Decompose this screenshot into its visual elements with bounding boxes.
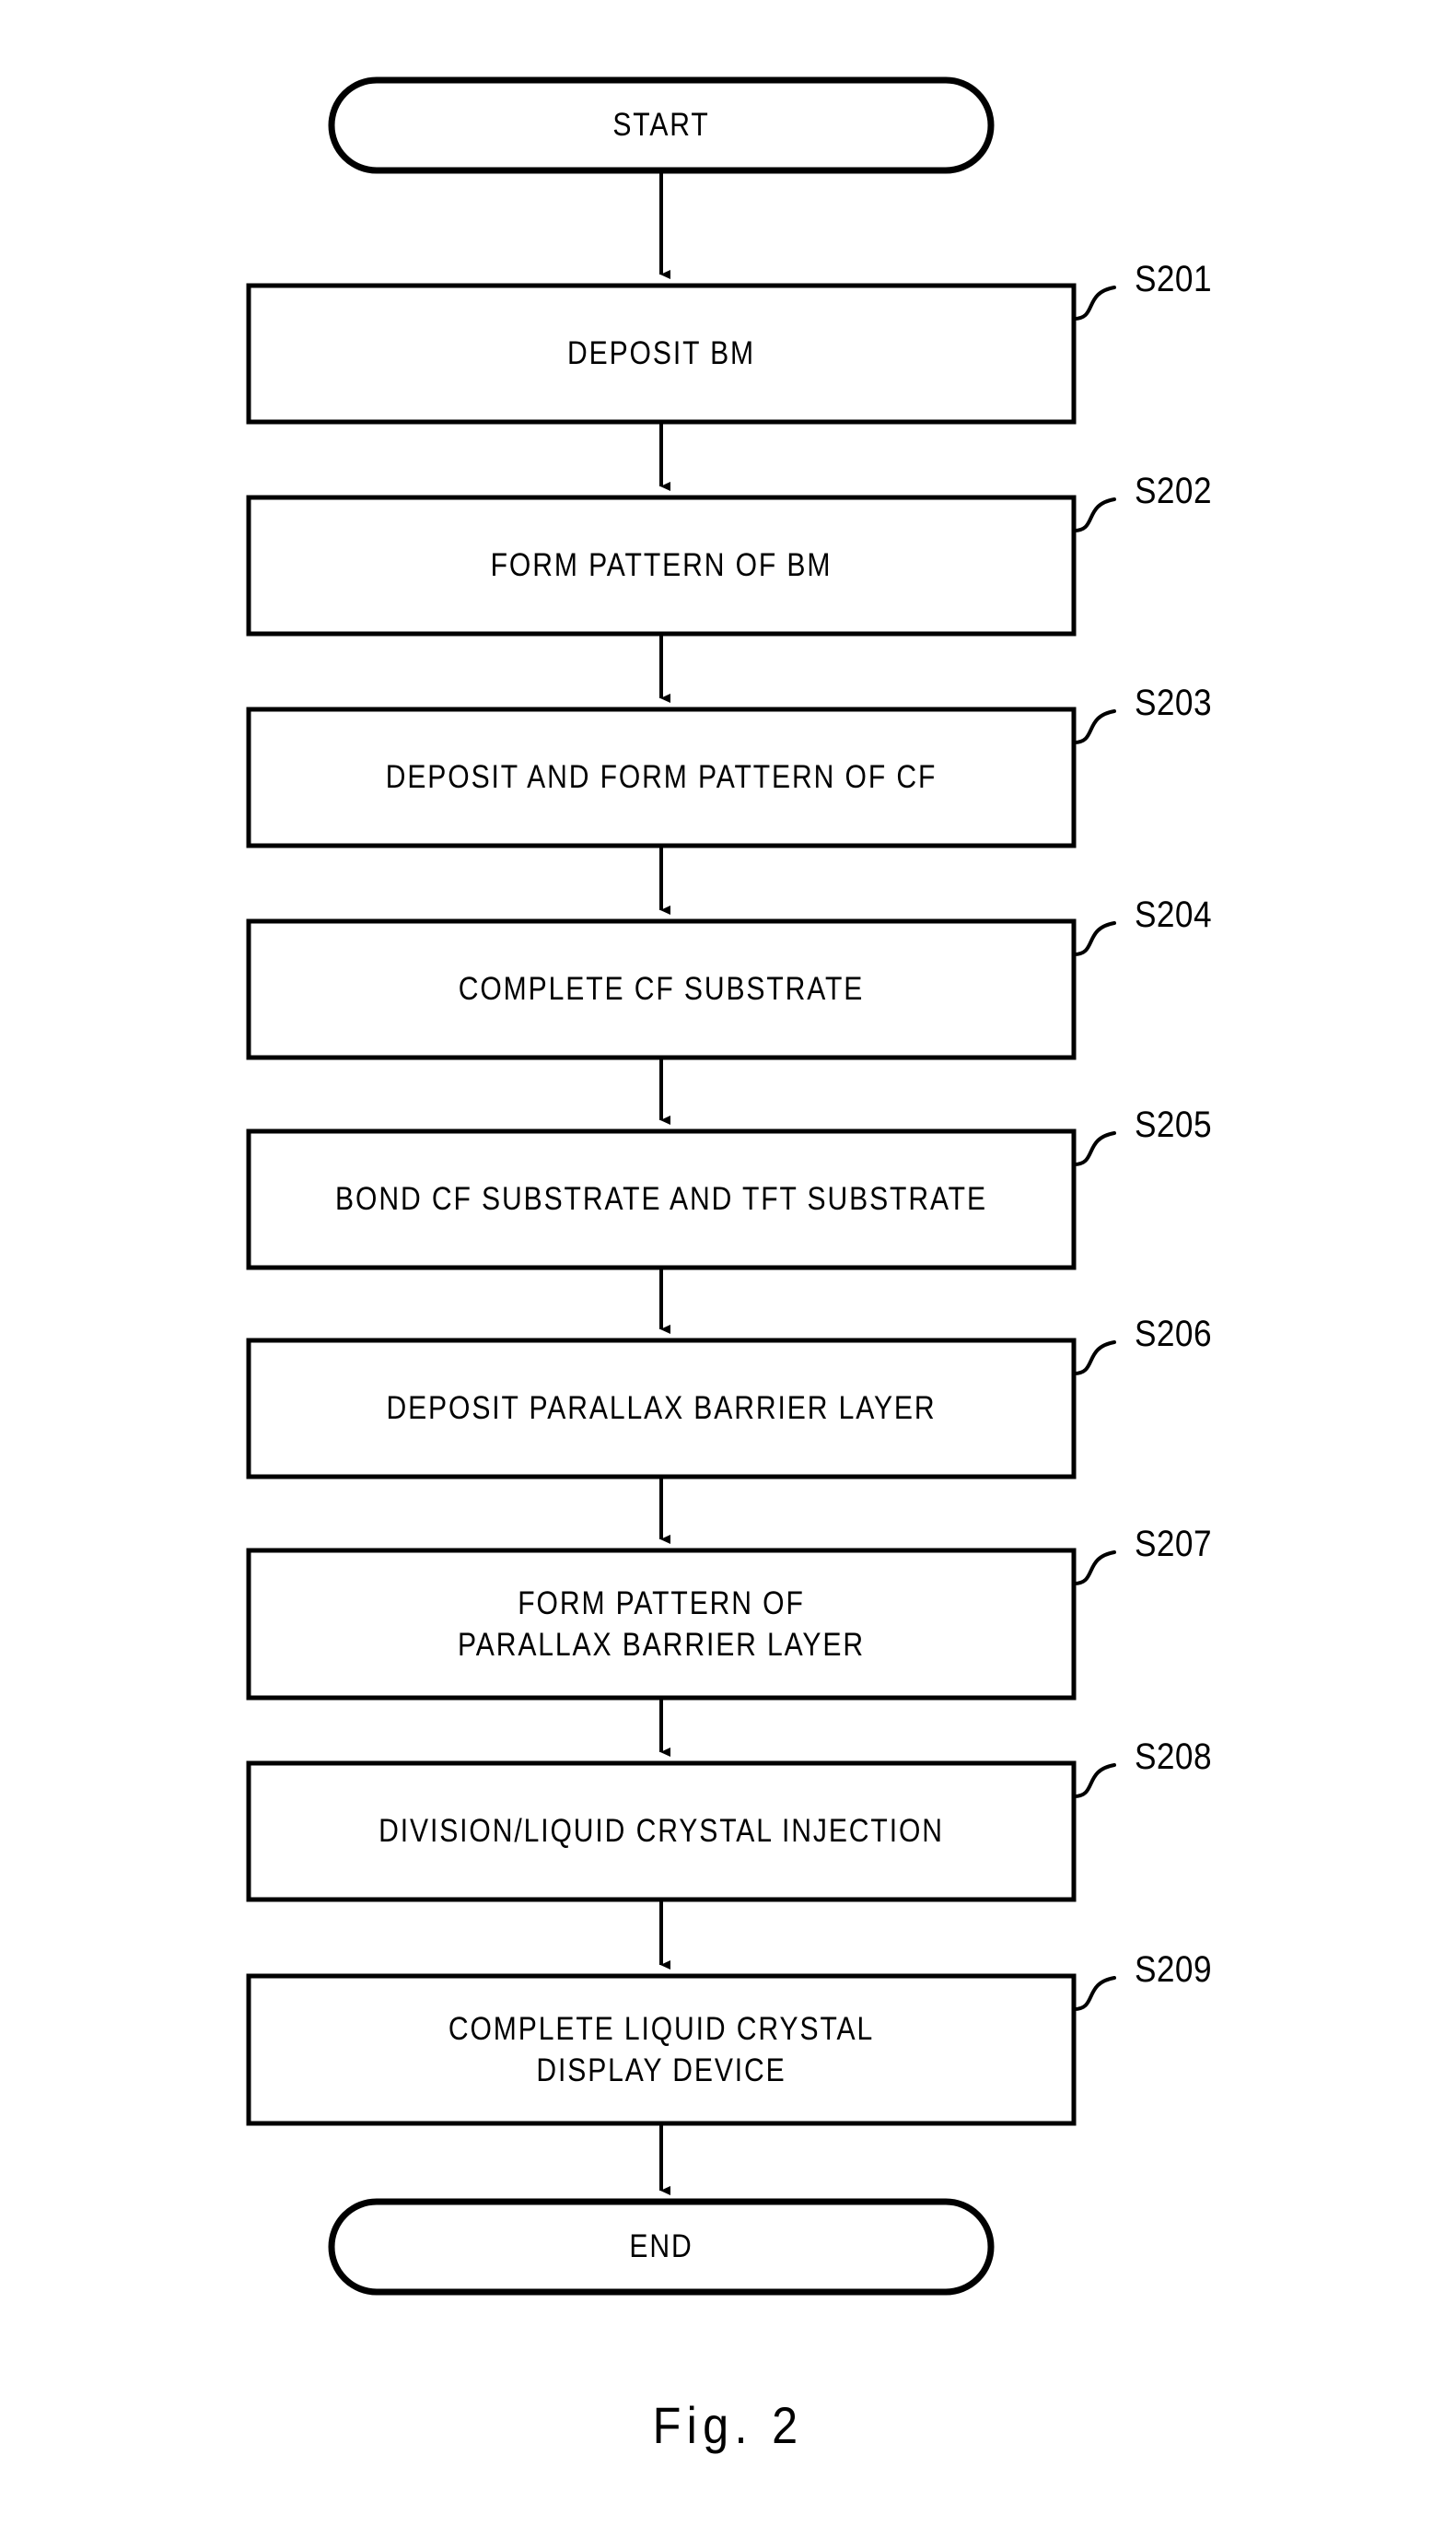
step-label-S203: S203 [1135,683,1212,723]
process-box-S205 [246,1128,1077,1270]
process-box-S207 [246,1548,1077,1701]
leader-line-S201 [1072,286,1116,321]
leader-line-S204 [1072,921,1116,956]
step-label-S205: S205 [1135,1105,1212,1145]
step-label-S206: S206 [1135,1314,1212,1354]
leader-line-S209 [1072,1976,1116,2011]
leader-line-S205 [1072,1131,1116,1166]
step-label-S204: S204 [1135,894,1212,935]
step-label-S202: S202 [1135,471,1212,511]
terminator-end [328,2198,995,2296]
process-box-S203 [246,707,1077,848]
step-label-S208: S208 [1135,1736,1212,1777]
step-label-S209: S209 [1135,1949,1212,1990]
flowchart-canvas [246,76,1116,2296]
leader-line-S202 [1072,497,1116,532]
leader-line-S207 [1072,1550,1116,1585]
process-box-S206 [246,1338,1077,1479]
leader-lines-layer [1072,286,1116,2011]
figure-caption: Fig. 2 [652,2396,804,2454]
leader-line-S203 [1072,709,1116,744]
terminator-start [328,76,995,174]
leader-line-S206 [1072,1340,1116,1375]
process-box-S204 [246,918,1077,1060]
process-box-S201 [246,283,1077,425]
leader-line-S208 [1072,1763,1116,1798]
flowchart-figure: START END DEPOSIT BM S201 FORM PATTERN OF BM… [0,0,1456,2537]
step-label-S201: S201 [1135,259,1212,299]
process-box-S209 [246,1973,1077,2126]
step-label-S207: S207 [1135,1524,1212,1564]
process-box-S208 [246,1760,1077,1902]
process-box-S202 [246,495,1077,637]
